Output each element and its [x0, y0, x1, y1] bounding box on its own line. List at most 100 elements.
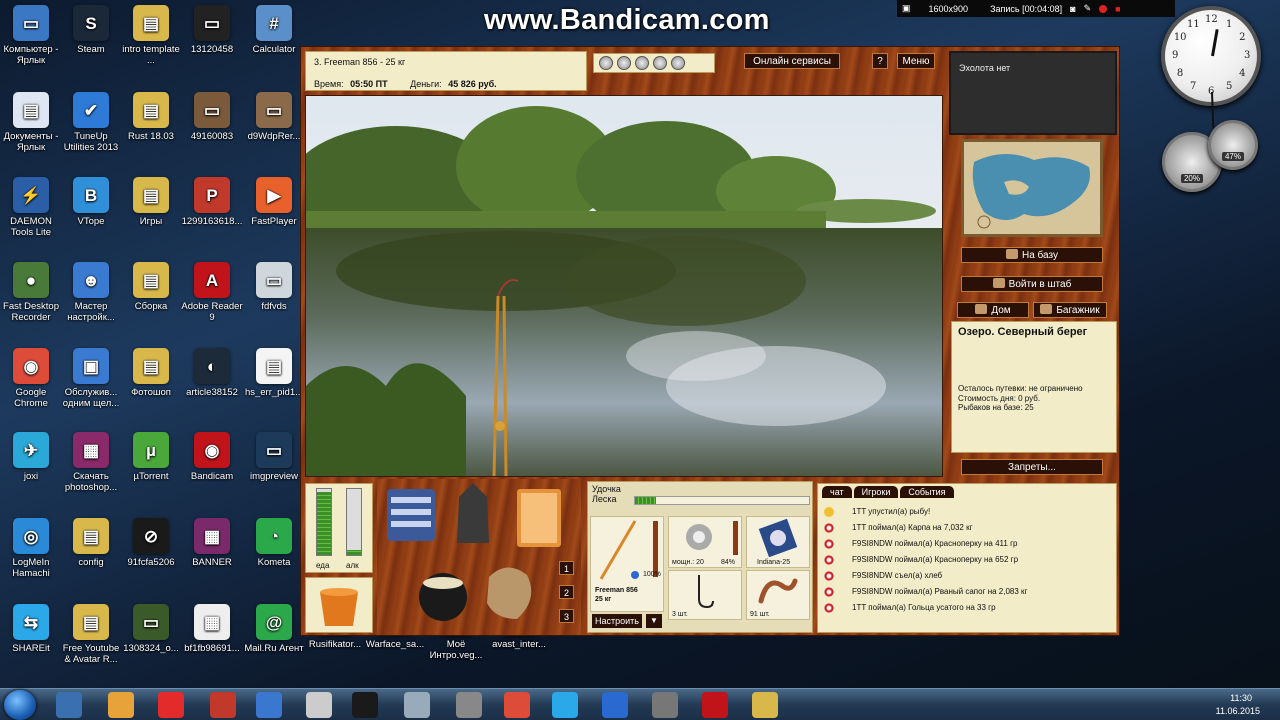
home-icon — [975, 304, 988, 314]
online-services-button[interactable]: Онлайн сервисы — [744, 53, 840, 69]
desktop-icon[interactable]: ▤ Документы - Ярлык — [0, 92, 62, 153]
desktop-icon[interactable]: P 1299163618... — [181, 177, 243, 227]
desktop-icon-label: Игры — [139, 216, 163, 227]
rod-slot[interactable]: 100% Freeman 856 25 кг — [590, 516, 664, 612]
clock-gadget[interactable]: 12 1 2 3 4 5 6 7 8 9 10 11 — [1161, 6, 1261, 129]
setup-dropdown-button[interactable]: ▼ — [646, 614, 662, 628]
taskbar-app-button[interactable] — [456, 692, 482, 718]
home-button[interactable]: Дом — [957, 302, 1029, 318]
desktop-icon[interactable]: ▤ Free Youtube & Avatar R... — [60, 604, 122, 665]
record-dot-icon[interactable] — [1099, 4, 1108, 13]
desktop-icon[interactable]: ▤ Игры — [120, 177, 182, 227]
desktop-icon[interactable]: ▭ fdfvds — [243, 262, 305, 312]
taskbar-app-button[interactable] — [652, 692, 678, 718]
desktop-icon[interactable]: ▤ hs_err_pid1... — [243, 348, 305, 398]
taskbar-app-button[interactable] — [256, 692, 282, 718]
taskbar-app-button[interactable] — [404, 692, 430, 718]
desktop-icon[interactable]: # Calculator — [243, 5, 305, 55]
bait-slot[interactable]: 91 шт. — [746, 570, 810, 620]
desktop-icon[interactable]: ▭ 49160083 — [181, 92, 243, 142]
trunk-button[interactable]: Багажник — [1033, 302, 1107, 318]
desktop-icon[interactable]: A Adobe Reader 9 — [181, 262, 243, 323]
desktop-icon[interactable]: ⇆ SHAREit — [0, 604, 62, 654]
setup-button[interactable]: Настроить — [592, 614, 642, 628]
taskbar-app-button[interactable] — [752, 692, 778, 718]
tray-date[interactable]: 11.06.2015 — [1216, 706, 1260, 716]
desktop-icon[interactable]: ⚡ DAEMON Tools Lite — [0, 177, 62, 238]
echo-sounder-panel: Эхолота нет — [949, 51, 1117, 135]
tray-time[interactable]: 11:30 — [1230, 693, 1252, 703]
desktop-icon[interactable]: B VTope — [60, 177, 122, 227]
desktop-icon[interactable]: S Steam — [60, 5, 122, 55]
pencil-icon[interactable]: ✎ — [1084, 3, 1092, 14]
tab-players[interactable]: Игроки — [853, 486, 899, 498]
desktop-icon[interactable]: ▦ bf1fb98691... — [181, 604, 243, 654]
location-map[interactable] — [961, 139, 1103, 237]
desktop-icon[interactable]: ▭ Компьютер - Ярлык — [0, 5, 62, 66]
desktop-icon[interactable]: ▤ intro template ... — [120, 5, 182, 66]
desktop-icon-label: FastPlayer — [251, 216, 297, 227]
lake-scene[interactable] — [305, 95, 943, 477]
desktop-icon[interactable]: ◔ Kometa — [243, 518, 305, 568]
enter-hq-button[interactable]: Войти в штаб — [961, 276, 1103, 292]
desktop-icon[interactable]: ▣ Обслужив... одним щел... — [60, 348, 122, 409]
desktop-icon[interactable]: @ Mail.Ru Агент — [243, 604, 305, 654]
desktop-icon[interactable]: ▭ d9WdpRer... — [243, 92, 305, 142]
desktop-icon[interactable]: ◉ Bandicam — [181, 432, 243, 482]
taskbar-app-button[interactable] — [552, 692, 578, 718]
fish-bucket[interactable] — [305, 577, 373, 633]
taskbar-app-button[interactable] — [108, 692, 134, 718]
record-icon[interactable]: ▣ — [902, 3, 911, 14]
taskbar-app-button[interactable] — [504, 692, 530, 718]
taskbar-app-button[interactable] — [56, 692, 82, 718]
menu-button[interactable]: Меню — [897, 53, 935, 69]
inventory-slot-1[interactable]: 1 — [559, 561, 574, 575]
line-slot[interactable]: Indiana-25 — [746, 516, 810, 568]
taskbar-app-button[interactable] — [702, 692, 728, 718]
clock-number: 7 — [1190, 81, 1197, 93]
inventory-slot-2[interactable]: 2 — [559, 585, 574, 599]
help-button[interactable]: ? — [872, 53, 888, 69]
tab-events[interactable]: События — [900, 486, 954, 498]
desktop-icon[interactable]: ▭ imgpreview — [243, 432, 305, 482]
desktop-icon[interactable]: ☻ Мастер настройк... — [60, 262, 122, 323]
desktop-icon[interactable]: ▶ FastPlayer — [243, 177, 305, 227]
taskbar-app-button[interactable] — [352, 692, 378, 718]
desktop-icon[interactable]: ▭ 13120458 — [181, 5, 243, 55]
desktop-icon[interactable]: ● Fast Desktop Recorder — [0, 262, 62, 323]
bans-button[interactable]: Запреты... — [961, 459, 1103, 475]
to-base-button[interactable]: На базу — [961, 247, 1103, 263]
house-icon — [1006, 249, 1018, 259]
ram-meter-gadget[interactable]: 47% — [1208, 120, 1258, 170]
desktop-icon[interactable]: ▤ Rust 18.03 — [120, 92, 182, 142]
desktop-icon[interactable]: µ µTorrent — [120, 432, 182, 482]
hook-slot[interactable]: 3 шт. — [668, 570, 742, 620]
inventory-slot-3[interactable]: 3 — [559, 609, 574, 623]
desktop-icon[interactable]: ▦ Скачать photoshop... — [60, 432, 122, 493]
taskbar-app-button[interactable] — [602, 692, 628, 718]
desktop-icon[interactable]: ◐ article38152 — [181, 348, 243, 398]
desktop-icon[interactable]: ▤ config — [60, 518, 122, 568]
tab-chat[interactable]: чат — [822, 486, 852, 498]
desktop-icon[interactable]: ▤ Сборка — [120, 262, 182, 312]
desktop-icon[interactable]: ▦ BANNER — [181, 518, 243, 568]
desktop-icon-label: Обслужив... одним щел... — [62, 387, 120, 409]
desktop-icon[interactable]: ◉ Google Chrome — [0, 348, 62, 409]
taskbar-app-button[interactable] — [158, 692, 184, 718]
app-icon: ▭ — [194, 92, 230, 128]
reel-slot[interactable]: мощн.: 20 84% — [668, 516, 742, 568]
taskbar-app-button[interactable] — [306, 692, 332, 718]
desktop-icon[interactable]: ▤ Фотошоп — [120, 348, 182, 398]
app-icon: # — [256, 5, 292, 41]
start-button[interactable] — [4, 690, 36, 720]
desktop-icon[interactable]: ◎ LogMeIn Hamachi — [0, 518, 62, 579]
stop-icon[interactable]: ■ — [1115, 4, 1120, 14]
camera-icon[interactable]: ◙ — [1070, 4, 1075, 14]
desktop-icon[interactable]: ⊘ 91fcfa5206 — [120, 518, 182, 568]
desktop-icon[interactable]: ✈ joxi — [0, 432, 62, 482]
taskbar-app-button[interactable] — [210, 692, 236, 718]
app-icon: ▤ — [133, 177, 169, 213]
desktop-icon-label: Fast Desktop Recorder — [3, 301, 59, 323]
desktop-icon[interactable]: ✔ TuneUp Utilities 2013 — [60, 92, 122, 153]
desktop-icon[interactable]: ▭ 1308324_o... — [120, 604, 182, 654]
